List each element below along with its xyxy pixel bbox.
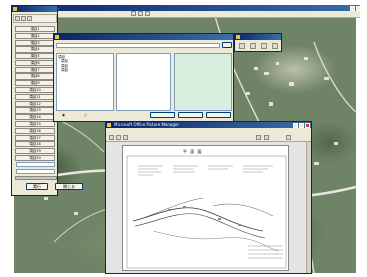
side-tab-item[interactable]: 項目15 [15, 120, 55, 128]
side-tab-item[interactable]: 項目16 [15, 127, 55, 134]
left-scrollbar[interactable] [15, 176, 57, 180]
left-value-field-1[interactable] [16, 162, 55, 167]
side-tab-item[interactable]: 項目8 [15, 73, 55, 80]
side-tab-item[interactable]: 項目5 [15, 53, 55, 60]
side-tab-item[interactable]: 項目9 [15, 80, 55, 87]
radio-a[interactable]: ◉ [62, 113, 65, 117]
panel-toolbar [13, 14, 57, 23]
plan-drawing [126, 155, 287, 269]
side-tab-item[interactable]: 項目10 [15, 87, 55, 94]
side-tab-item[interactable]: 項目7 [15, 66, 55, 73]
viewer-close-button[interactable] [305, 122, 310, 128]
right-tool-button-2[interactable] [250, 43, 256, 49]
side-tab-item[interactable]: 項目6 [15, 59, 55, 67]
folder-tree[interactable]: 項目 項目 項目 項目 [56, 53, 114, 111]
panel-icon [13, 7, 17, 11]
right-tool-window [234, 33, 282, 52]
viewer-tool-5[interactable] [264, 135, 269, 140]
left-value-field-2[interactable] [16, 169, 55, 174]
viewer-tool-1[interactable] [109, 135, 114, 140]
viewer-toolbar [106, 134, 311, 142]
dialog-button-3[interactable] [206, 112, 231, 118]
window-controls [350, 5, 360, 11]
side-tab-item[interactable]: 項目20 [15, 154, 55, 162]
viewer-minimize-button[interactable] [293, 122, 298, 128]
toolbar-button-6[interactable] [145, 11, 150, 16]
viewer-maximize-button[interactable] [299, 122, 304, 128]
viewer-scrollbar[interactable] [306, 142, 311, 273]
dialog-path-button[interactable] [222, 42, 232, 48]
dialog-icon [55, 35, 59, 39]
main-toolbar [11, 11, 360, 18]
preview-pane [174, 53, 232, 111]
side-tab-item[interactable]: 項目4 [15, 46, 55, 53]
viewer-tool-6[interactable] [286, 135, 291, 140]
viewer-tool-4[interactable] [256, 135, 261, 140]
viewer-tool-2[interactable] [116, 135, 121, 140]
right-tool-button-1[interactable] [239, 43, 245, 49]
side-tab-item[interactable]: 項目18 [15, 141, 55, 148]
file-dialog: 項目 項目 項目 項目 ◉ ○ [53, 33, 234, 122]
dialog-path-field[interactable] [56, 43, 220, 48]
viewer-window-controls [293, 122, 310, 128]
right-tool-icon [236, 35, 240, 39]
maximize-button[interactable] [356, 5, 360, 11]
toolbar-button-4[interactable] [131, 11, 136, 16]
radio-b-icon: ○ [84, 113, 88, 117]
right-tool-button-4[interactable] [272, 43, 278, 49]
dialog-button-2[interactable] [178, 112, 203, 118]
viewer-icon [107, 123, 111, 127]
panel-tool-2[interactable] [21, 16, 26, 21]
side-tab-item[interactable]: 項目11 [15, 93, 55, 100]
dialog-title-bar [54, 34, 233, 40]
file-list[interactable] [116, 53, 171, 111]
drawing-sheet: 平 面 図 [122, 145, 289, 271]
panel-tool-1[interactable] [15, 16, 20, 21]
side-tab-item[interactable]: 項目17 [15, 134, 55, 141]
left-panel-title [12, 6, 57, 12]
side-tab-item[interactable]: 項目2 [15, 32, 55, 39]
close-panel-button[interactable]: 閉じる [55, 183, 83, 190]
side-tab-item[interactable]: 項目14 [15, 114, 55, 121]
viewer-canvas[interactable]: 平 面 図 [106, 142, 306, 273]
picture-viewer-window: Microsoft Office Picture Manager 平 面 図 [105, 121, 312, 274]
viewer-tool-3[interactable] [123, 135, 128, 140]
radio-a-icon: ◉ [62, 113, 66, 117]
side-tab-item[interactable]: 項目1 [15, 26, 55, 33]
right-tool-button-3[interactable] [261, 43, 267, 49]
side-tab-item[interactable]: 項目12 [15, 100, 55, 107]
radio-b[interactable]: ○ [84, 113, 87, 117]
panel-tool-3[interactable] [27, 16, 32, 21]
minimize-button[interactable] [350, 5, 355, 11]
right-tool-title-bar [235, 34, 281, 40]
side-tab-item[interactable]: 項目19 [15, 148, 55, 155]
side-tab-item[interactable]: 項目3 [15, 39, 55, 46]
ok-button[interactable]: 実行 [26, 183, 48, 190]
side-tab-item[interactable]: 項目13 [15, 107, 55, 114]
viewer-title: Microsoft Office Picture Manager [114, 122, 179, 127]
side-tab-list: 項目1 項目2 項目3 項目4 項目5 項目6 項目7 項目8 項目9 項目10 項目11 項目12 項… [15, 26, 55, 162]
toolbar-button-5[interactable] [138, 11, 143, 16]
left-panel: 項目1 項目2 項目3 項目4 項目5 項目6 項目7 項目8 項目9 項目10 項目11 項目12 項… [11, 5, 58, 196]
dialog-button-1[interactable] [150, 112, 175, 118]
tree-item[interactable]: 項目 [58, 68, 112, 72]
